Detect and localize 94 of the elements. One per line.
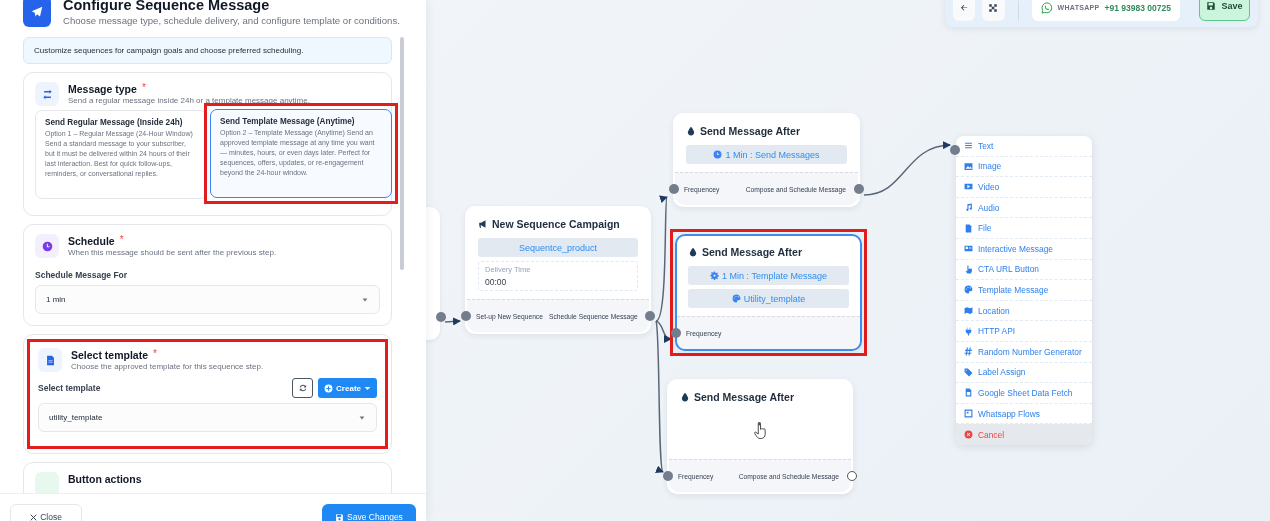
paper-plane-icon bbox=[31, 5, 43, 18]
palette-icon bbox=[964, 285, 973, 295]
create-button[interactable]: Create bbox=[318, 378, 377, 398]
fit-view-button[interactable] bbox=[982, 0, 1005, 21]
palette-icon bbox=[731, 294, 741, 303]
fit-view-icon bbox=[988, 3, 999, 13]
gear-icon bbox=[710, 271, 720, 280]
node-title: Send Message After bbox=[694, 391, 794, 403]
phone-number: +91 93983 00725 bbox=[1104, 2, 1171, 13]
refresh-button[interactable] bbox=[292, 378, 314, 398]
option-title: Send Regular Message (Inside 24h) bbox=[45, 118, 184, 127]
section-title: Button actions bbox=[68, 472, 142, 486]
connection-handle[interactable] bbox=[847, 471, 857, 481]
panel-title: Configure Sequence Message bbox=[63, 0, 271, 14]
menu-item[interactable]: Text bbox=[956, 136, 1092, 157]
menu-item[interactable]: Google Sheet Data Fetch bbox=[956, 383, 1092, 404]
save-button[interactable]: Save bbox=[1198, 0, 1250, 21]
scrollbar[interactable] bbox=[400, 37, 404, 270]
droplet-icon bbox=[686, 126, 696, 136]
framed-image-icon bbox=[964, 409, 973, 418]
connection-handle[interactable] bbox=[854, 184, 864, 194]
menu-item[interactable]: HTTP API bbox=[956, 321, 1092, 342]
connection-handle[interactable] bbox=[950, 145, 960, 155]
refresh-icon bbox=[297, 383, 308, 393]
delivery-value: 00:00 bbox=[485, 277, 508, 287]
swap-arrows-icon bbox=[41, 88, 53, 100]
section-title: Message type bbox=[68, 82, 137, 96]
connection-handle[interactable] bbox=[645, 311, 655, 321]
music-note-icon bbox=[964, 203, 973, 213]
node-pill[interactable]: Utility_template bbox=[688, 289, 849, 308]
section-subtitle: Choose the approved template for this sequence step. bbox=[71, 362, 264, 371]
menu-item[interactable]: File bbox=[956, 218, 1092, 239]
required-mark: * bbox=[153, 348, 157, 361]
id-card-icon bbox=[964, 244, 973, 254]
connection-handle[interactable] bbox=[436, 312, 446, 322]
required-mark: * bbox=[119, 234, 124, 247]
menu-item[interactable]: Interactive Message bbox=[956, 238, 1092, 260]
pointer-cursor-icon bbox=[753, 422, 767, 440]
menu-item[interactable]: Random Number Generator bbox=[956, 341, 1092, 363]
back-button[interactable] bbox=[953, 0, 976, 21]
image-icon bbox=[964, 161, 973, 171]
option-card[interactable] bbox=[210, 109, 392, 198]
spreadsheet-icon bbox=[964, 388, 973, 398]
node-pill[interactable]: Sequentce_product bbox=[478, 238, 638, 257]
save-changes-button[interactable]: Save Changes bbox=[322, 504, 416, 521]
section-subtitle: When this message should be sent after the previous step. bbox=[68, 248, 277, 257]
required-mark: * bbox=[141, 82, 146, 95]
connection-handle[interactable] bbox=[663, 471, 673, 481]
menu-item[interactable]: Label Assign bbox=[956, 362, 1092, 384]
map-icon bbox=[964, 306, 973, 316]
connection-handle[interactable] bbox=[669, 184, 679, 194]
section-title: Select template bbox=[71, 348, 149, 362]
node-title: Send Message After bbox=[700, 125, 800, 137]
menu-item[interactable]: CTA URL Button bbox=[956, 259, 1092, 281]
whatsapp-icon bbox=[1040, 1, 1053, 14]
video-icon bbox=[964, 182, 973, 192]
bullhorn-icon bbox=[478, 219, 488, 229]
menu-item[interactable]: Template Message bbox=[956, 280, 1092, 301]
connection-handle[interactable] bbox=[671, 328, 681, 338]
panel-subtitle: Choose message type, schedule delivery, and configure template or conditions. bbox=[63, 15, 400, 26]
hash-icon bbox=[964, 347, 973, 357]
field-label: Select template bbox=[38, 383, 101, 393]
template-select[interactable]: utility_template bbox=[38, 403, 377, 432]
caret-icon bbox=[364, 384, 371, 392]
info-banner: Customize sequences for campaign goals and choose preferred scheduling. bbox=[23, 37, 392, 64]
menu-item[interactable]: Audio bbox=[956, 197, 1092, 219]
tag-icon bbox=[964, 367, 973, 377]
menu-item[interactable]: Video bbox=[956, 177, 1092, 198]
close-icon bbox=[30, 513, 38, 521]
field-label: Schedule Message For bbox=[35, 270, 129, 280]
droplet-icon bbox=[688, 247, 698, 257]
node-title: New Sequence Campaign bbox=[492, 218, 620, 230]
section-title: Schedule bbox=[68, 234, 115, 248]
back-arrow-icon bbox=[959, 3, 970, 13]
list-lines-icon bbox=[964, 141, 973, 151]
section-subtitle: Send a regular message inside 24h or a template message anytime. bbox=[68, 96, 310, 105]
document-icon bbox=[44, 354, 56, 366]
caret-icon bbox=[361, 295, 369, 304]
clock-icon bbox=[41, 240, 53, 252]
node-pill[interactable]: 1 Min : Send Messages bbox=[686, 145, 847, 164]
clock-icon bbox=[713, 150, 723, 159]
node-pill[interactable]: 1 Min : Template Message bbox=[688, 266, 849, 285]
pointing-hand-icon bbox=[964, 264, 973, 274]
menu-item[interactable]: Image bbox=[956, 156, 1092, 178]
schedule-select[interactable]: 1 min bbox=[35, 285, 380, 314]
close-button[interactable]: Close bbox=[10, 504, 82, 521]
menu-item[interactable]: Location bbox=[956, 300, 1092, 322]
file-icon bbox=[964, 223, 973, 233]
caret-icon bbox=[358, 413, 366, 422]
option-title: Send Template Message (Anytime) bbox=[220, 117, 356, 126]
connection-handle[interactable] bbox=[461, 311, 471, 321]
node-title: Send Message After bbox=[702, 246, 802, 258]
droplet-icon bbox=[680, 392, 690, 402]
connector-line bbox=[444, 317, 461, 326]
